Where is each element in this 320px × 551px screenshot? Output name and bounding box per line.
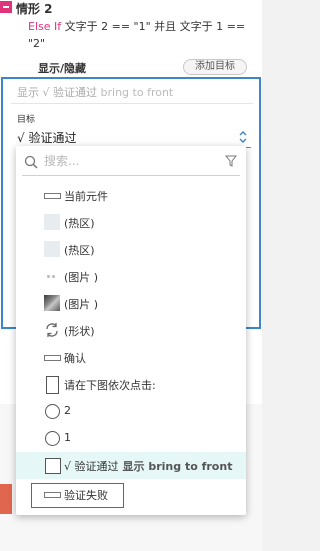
dots-image-icon	[44, 268, 60, 284]
item-label: 1	[64, 431, 71, 444]
action-title: 显示/隐藏	[38, 62, 87, 75]
item-label: 请在下图依次点击:	[64, 379, 156, 392]
divider	[11, 103, 253, 104]
list-item-highlighted[interactable]: √ 验证通过 显示 bring to front	[16, 452, 246, 479]
list-item[interactable]: 请在下图依次点击:	[16, 371, 246, 398]
list-item[interactable]: 2	[16, 398, 246, 425]
list-item[interactable]: (图片 )	[16, 290, 246, 317]
case-title: 情形 2	[16, 2, 53, 16]
summary-suffix: bring to front	[100, 86, 174, 99]
item-label: 2	[64, 404, 71, 417]
search-input[interactable]	[44, 151, 214, 171]
condition-keyword: Else If	[28, 20, 62, 33]
rectangle-icon	[44, 376, 60, 394]
updown-chevron-icon[interactable]	[238, 128, 248, 146]
list-item[interactable]: 1	[16, 425, 246, 452]
action-summary: 显示 √ 验证通过 bring to front	[17, 84, 173, 100]
refresh-shape-icon	[46, 323, 58, 337]
radio-icon	[44, 430, 60, 446]
condition-text[interactable]: Else If 文字于 2 == "1" 并且 文字于 1 == "2"	[28, 18, 258, 52]
target-dropdown: 当前元件 (热区) (热区) (图片 ) (图片 ) (形状)	[16, 146, 246, 515]
list-item[interactable]: (形状)	[16, 317, 246, 344]
item-label: (图片 )	[64, 271, 99, 284]
item-label: (热区)	[64, 244, 95, 257]
radio-icon	[44, 403, 60, 419]
highlight-annotation-box	[31, 483, 124, 508]
add-target-button[interactable]: 添加目标	[183, 59, 247, 75]
filter-icon[interactable]	[225, 155, 237, 167]
list-item[interactable]: (热区)	[16, 209, 246, 236]
item-label: (形状)	[64, 325, 95, 338]
list-item[interactable]: (图片 )	[16, 263, 246, 290]
item-label: (热区)	[64, 217, 95, 230]
item-label: √ 验证通过 显示 bring to front	[64, 458, 232, 474]
checkbox-icon	[44, 457, 61, 474]
search-icon	[24, 155, 38, 169]
item-label-extra: 显示 bring to front	[122, 460, 233, 473]
collapse-icon[interactable]	[0, 1, 12, 13]
case-header[interactable]: 情形 2	[0, 0, 262, 16]
item-label: 当前元件	[64, 190, 108, 203]
list-item[interactable]: 确认	[16, 344, 246, 371]
left-color-swatch	[0, 484, 12, 514]
photo-thumbnail-icon	[44, 295, 60, 311]
target-label: 目标	[17, 115, 36, 125]
item-label: (图片 )	[64, 298, 99, 311]
condition-expression: 文字于 2 == "1" 并且 文字于 1 == "2"	[28, 20, 246, 50]
item-label: 确认	[64, 352, 86, 365]
target-select[interactable]: √ 验证通过	[17, 129, 76, 146]
interaction-panel: 情形 2 Else If 文字于 2 == "1" 并且 文字于 1 == "2…	[0, 0, 262, 551]
search-underline	[22, 175, 240, 176]
hotspot-icon	[44, 214, 60, 230]
line-widget-icon	[44, 349, 61, 365]
summary-prefix: 显示 √ 验证通过	[17, 86, 98, 99]
list-item[interactable]: 当前元件	[16, 182, 246, 209]
list-item[interactable]: (热区)	[16, 236, 246, 263]
line-widget-icon	[44, 187, 61, 203]
item-label-main: √ 验证通过	[64, 460, 119, 473]
hotspot-icon	[44, 241, 60, 257]
